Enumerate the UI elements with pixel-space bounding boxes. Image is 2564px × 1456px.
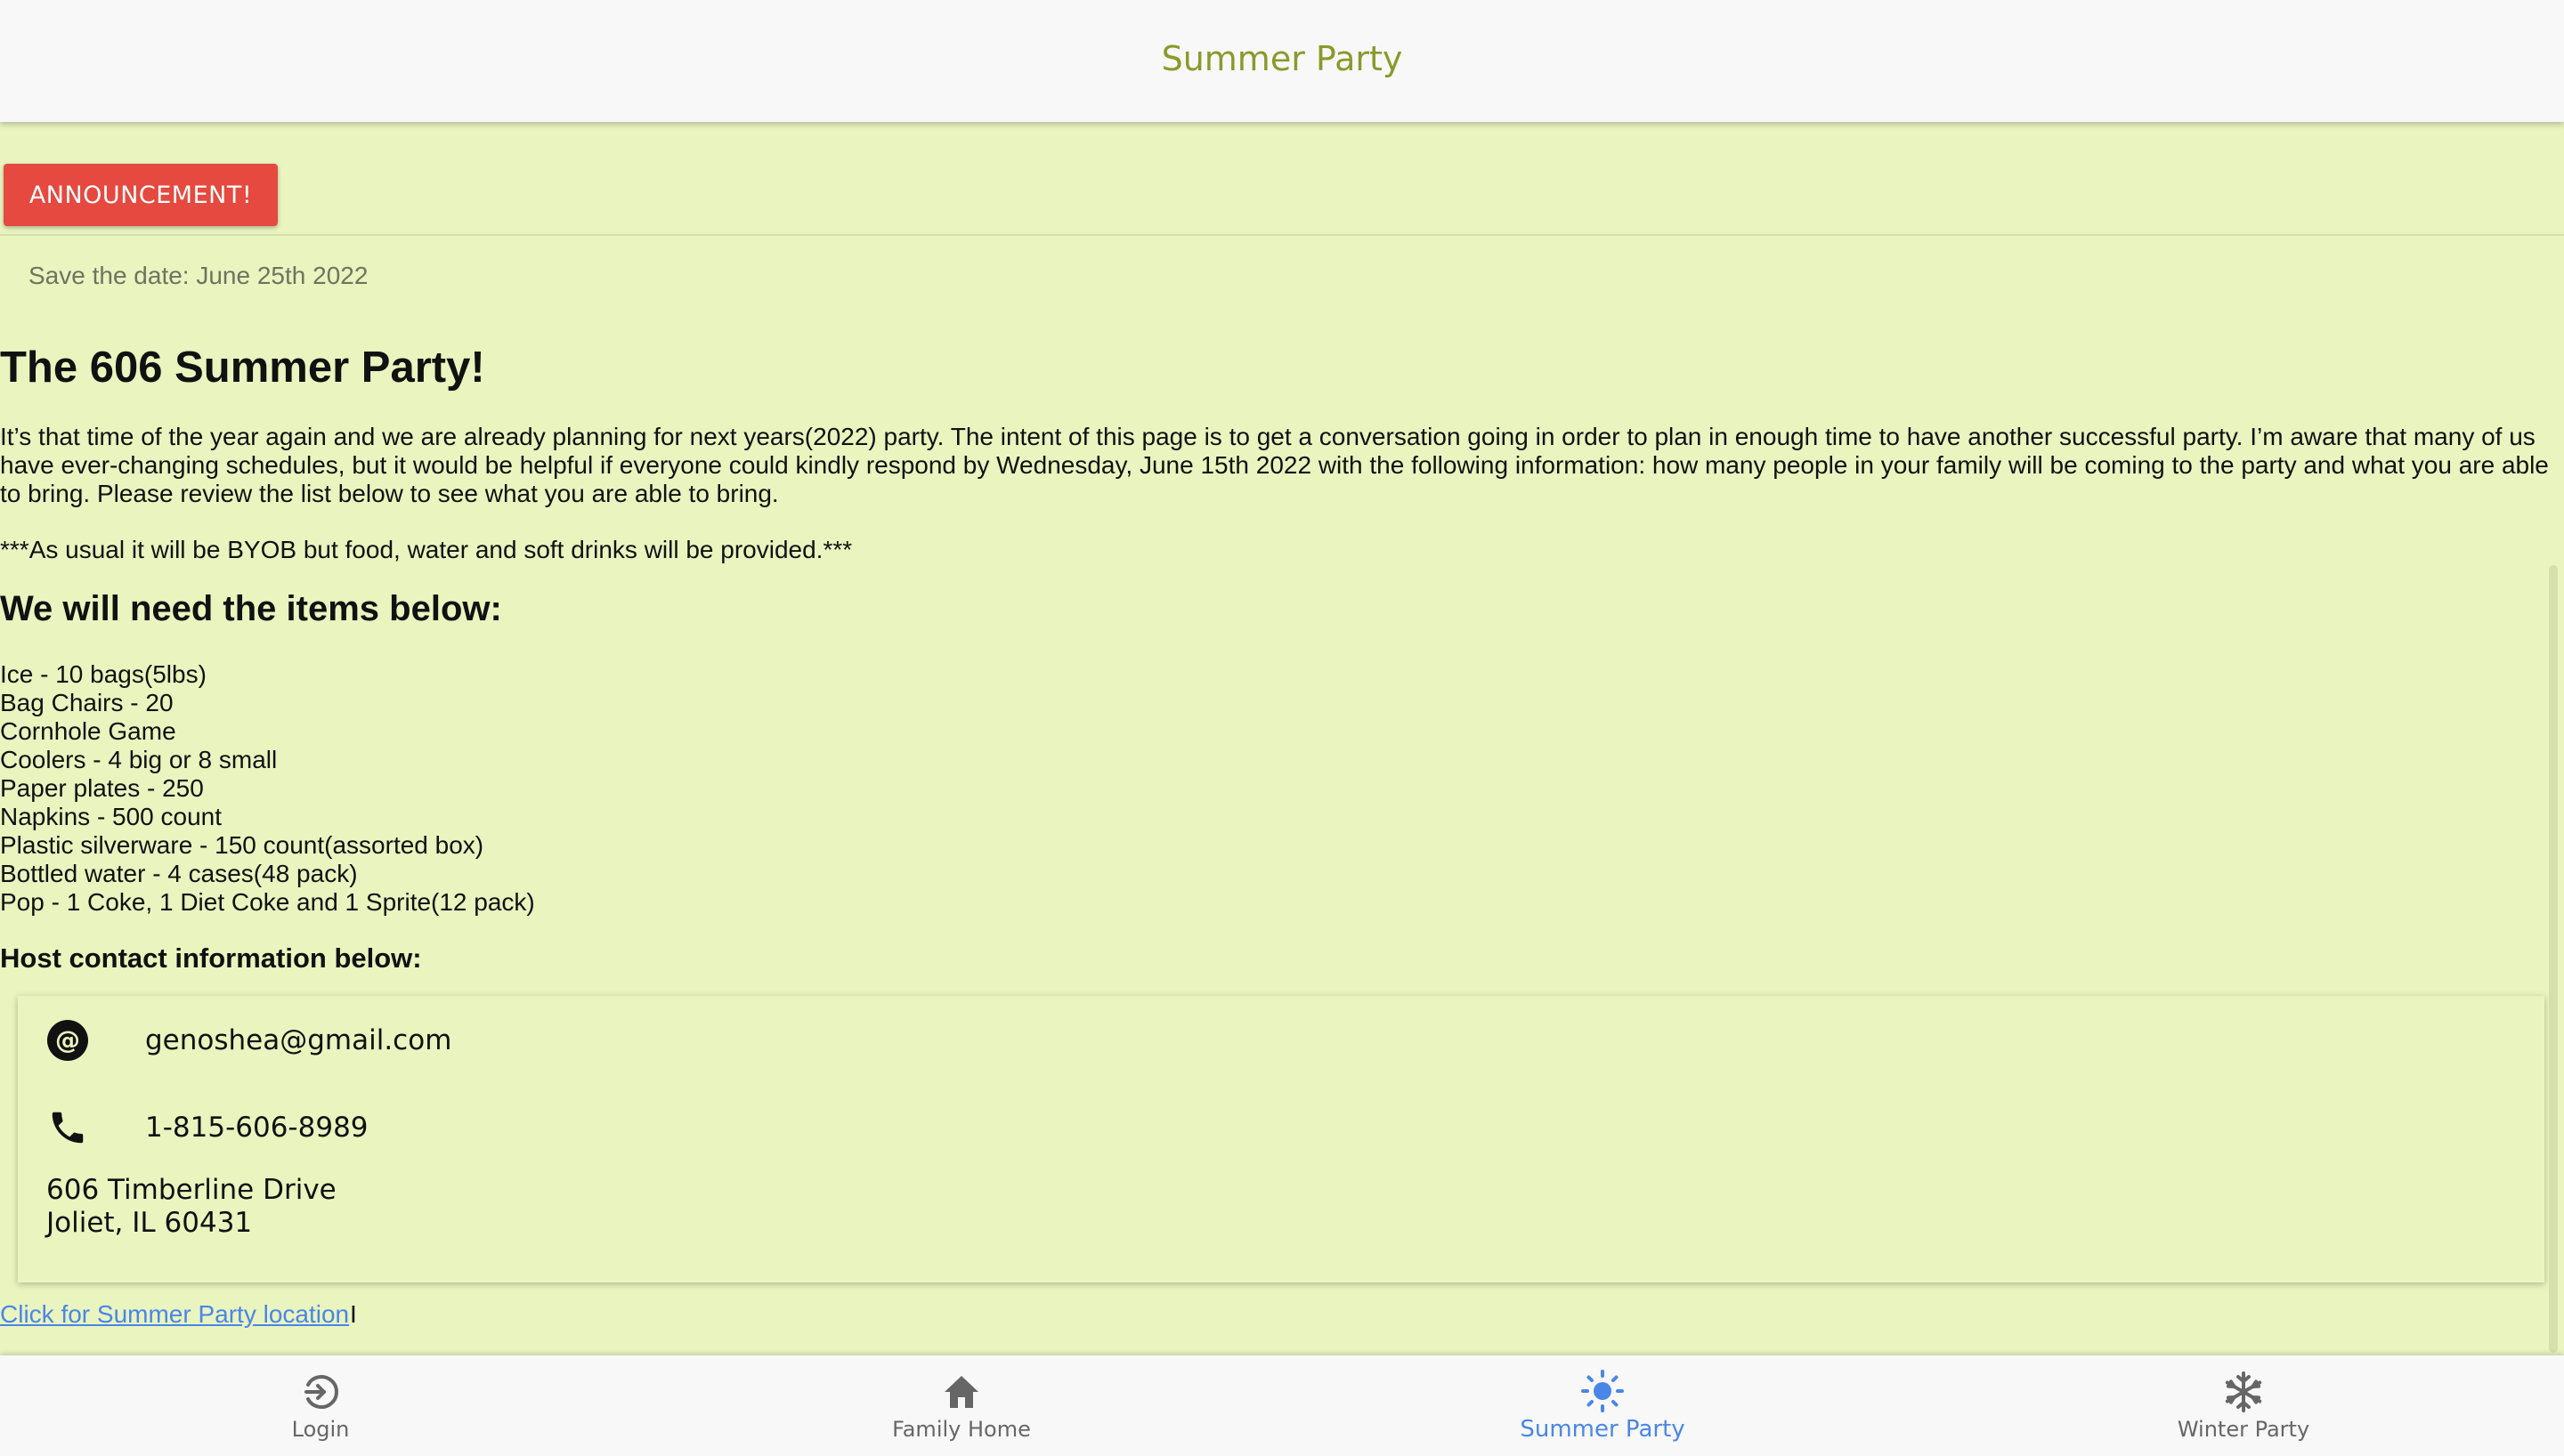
host-address: 606 Timberline Drive Joliet, IL 60431: [46, 1174, 337, 1240]
list-item: Coolers - 4 big or 8 small: [0, 746, 278, 773]
nav-item-summer-party[interactable]: Summer Party: [1282, 1355, 1923, 1456]
nav-label-winter-party: Winter Party: [2177, 1416, 2310, 1442]
address-line-1: 606 Timberline Drive: [46, 1174, 337, 1206]
snowflake-icon: [2222, 1371, 2265, 1413]
top-toolbar: Summer Party: [0, 0, 2564, 122]
scrollbar[interactable]: [2549, 565, 2558, 1353]
phone-icon: [46, 1106, 89, 1149]
address-line-2: Joliet, IL 60431: [46, 1207, 253, 1239]
bottom-navigation: Login Family Home Summer Party Winter Pa…: [0, 1355, 2564, 1456]
list-item: Ice - 10 bags(5lbs): [0, 660, 207, 688]
party-location-link[interactable]: Click for Summer Party location: [0, 1300, 349, 1329]
party-headline: The 606 Summer Party!: [0, 344, 485, 392]
home-icon: [940, 1371, 983, 1413]
login-icon: [299, 1371, 342, 1413]
email-text[interactable]: genoshea@gmail.com: [145, 1024, 451, 1056]
list-item: Pop - 1 Coke, 1 Diet Coke and 1 Sprite(1…: [0, 888, 535, 916]
sun-icon: [1581, 1369, 1624, 1412]
divider: [0, 234, 2564, 236]
page-title: Summer Party: [1161, 38, 1403, 78]
phone-text[interactable]: 1-815-606-8989: [145, 1112, 369, 1144]
needs-heading: We will need the items below:: [0, 589, 502, 628]
list-item: Bottled water - 4 cases(48 pack): [0, 860, 358, 887]
announcement-button[interactable]: ANNOUNCEMENT!: [4, 164, 278, 226]
list-item: Paper plates - 250: [0, 774, 204, 802]
nav-item-login[interactable]: Login: [0, 1355, 641, 1456]
email-row[interactable]: @ genoshea@gmail.com: [18, 1014, 2544, 1067]
list-item: Napkins - 500 count: [0, 803, 223, 830]
host-contact-heading: Host contact information below:: [0, 942, 422, 974]
list-item: Plastic silverware - 150 count(assorted …: [0, 831, 484, 859]
list-item: Bag Chairs - 20: [0, 689, 174, 716]
svg-text:@: @: [55, 1025, 80, 1055]
main-content[interactable]: ANNOUNCEMENT! Save the date: June 25th 2…: [0, 122, 2564, 1355]
byob-note: ***As usual it will be BYOB but food, wa…: [0, 536, 853, 563]
intro-paragraph: It’s that time of the year again and we …: [0, 423, 2549, 507]
list-item: Cornhole Game: [0, 717, 176, 745]
nav-item-winter-party[interactable]: Winter Party: [1923, 1355, 2564, 1456]
phone-row[interactable]: 1-815-606-8989: [18, 1101, 2544, 1154]
nav-label-summer-party: Summer Party: [1520, 1415, 1685, 1443]
host-contact-card: @ genoshea@gmail.com 1-815-606-8989 606 …: [18, 996, 2544, 1282]
nav-label-family-home: Family Home: [892, 1416, 1031, 1442]
nav-item-family-home[interactable]: Family Home: [641, 1355, 1282, 1456]
needed-items-list: Ice - 10 bags(5lbs) Bag Chairs - 20 Corn…: [0, 660, 535, 917]
at-sign-icon: @: [46, 1019, 89, 1062]
save-the-date-text: Save the date: June 25th 2022: [28, 262, 369, 289]
nav-label-login: Login: [291, 1416, 350, 1442]
text-cursor: I: [350, 1300, 357, 1328]
